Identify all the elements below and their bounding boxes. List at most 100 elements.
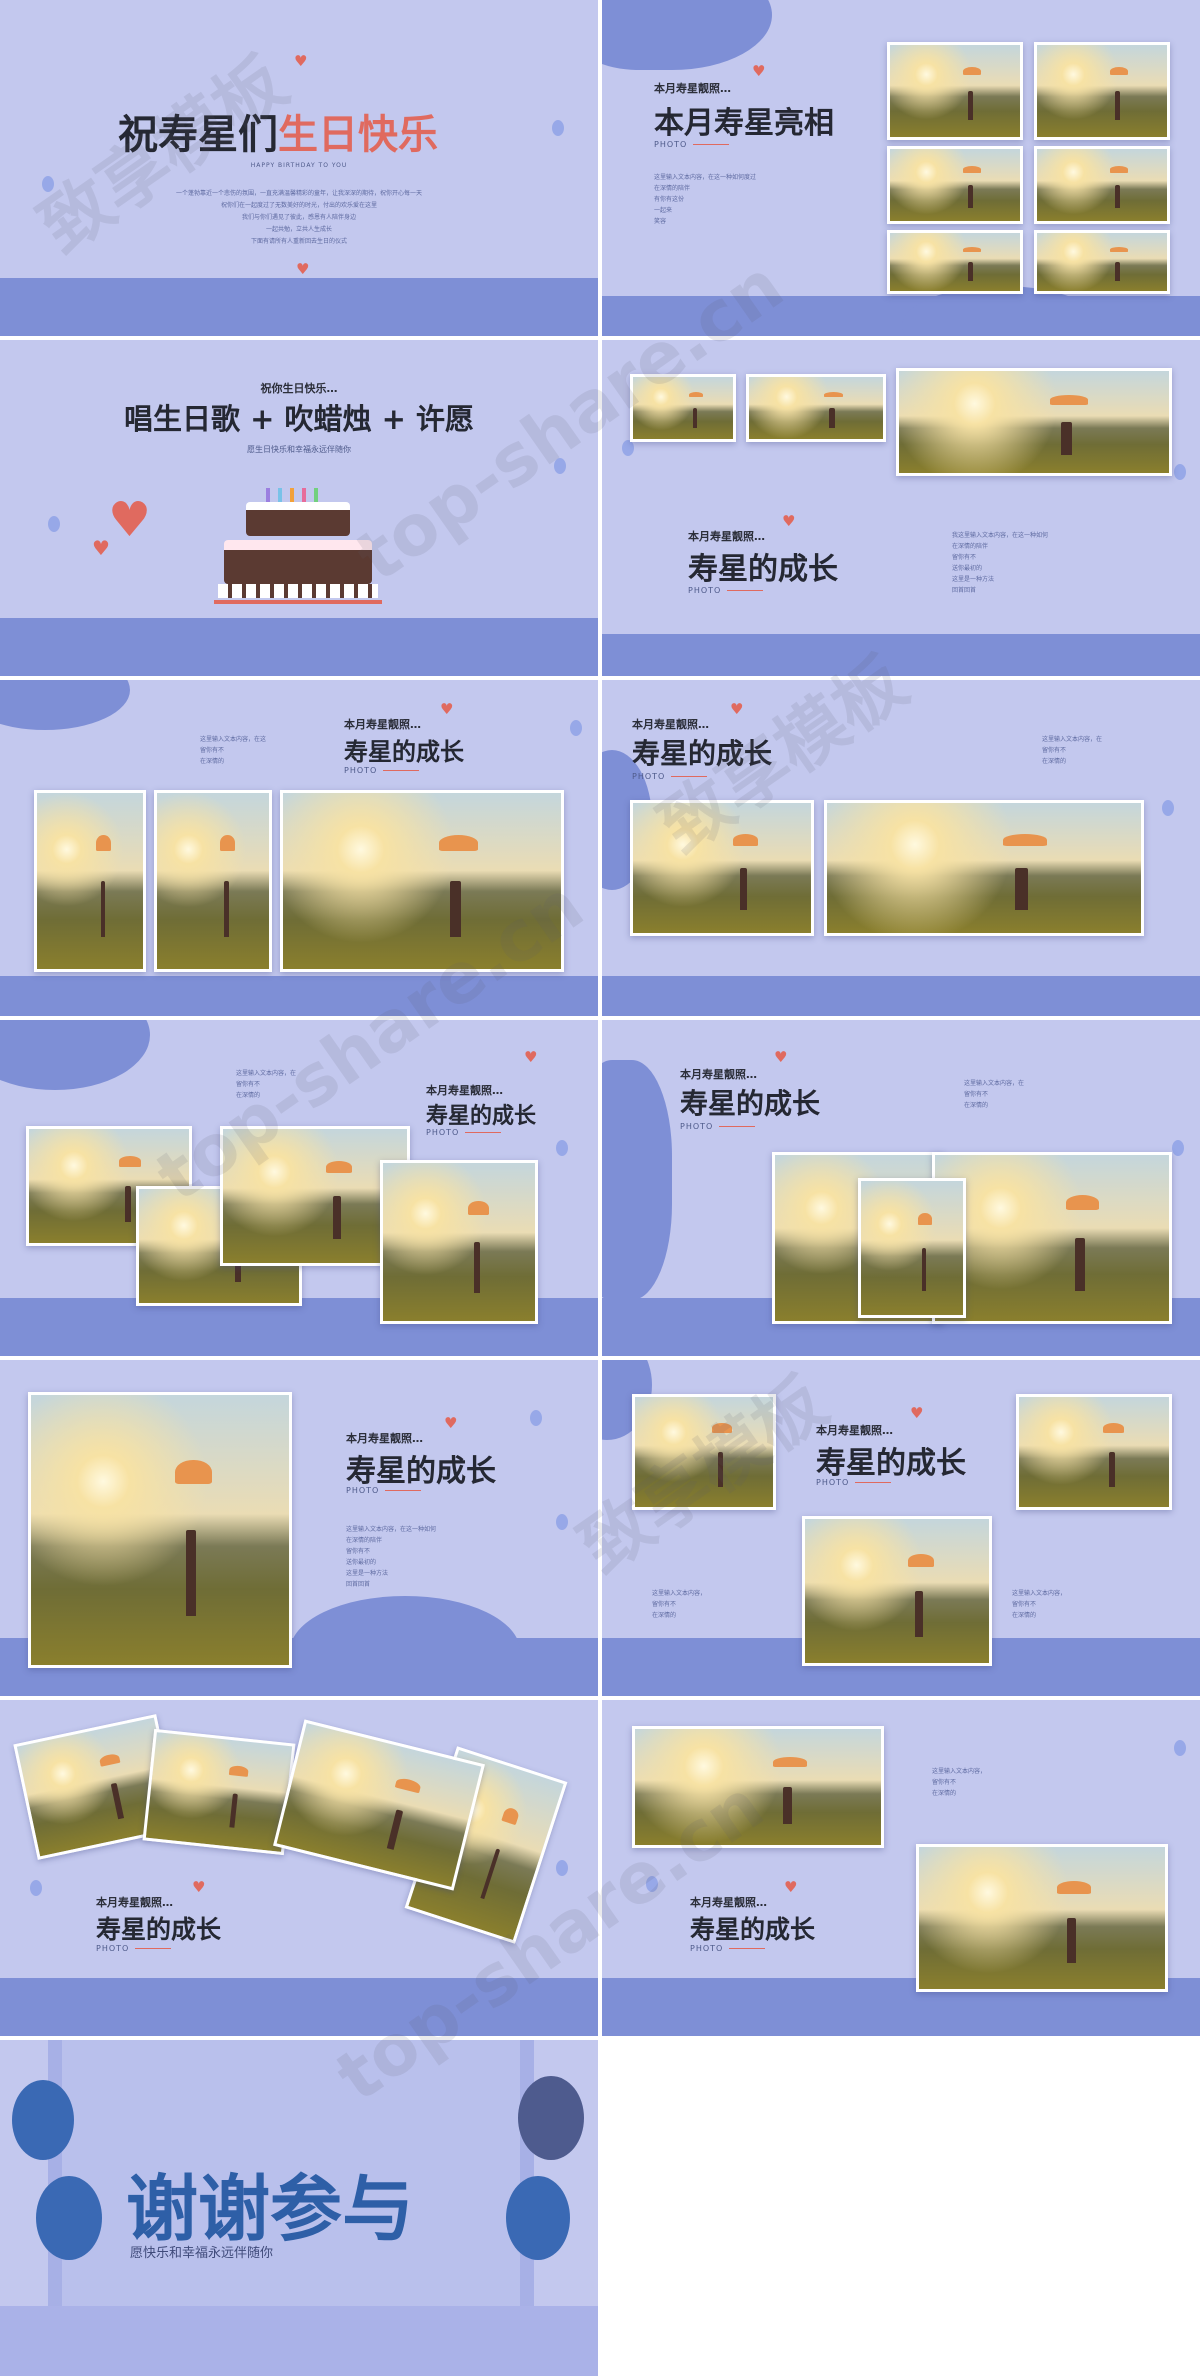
- slide-subtitle: PHOTO: [690, 1944, 765, 1953]
- slide-body: 这里输入文本内容，在 留你有不 在深情的: [964, 1078, 1024, 1111]
- photo: [932, 1152, 1172, 1324]
- body-line: 这里输入文本内容，在这: [200, 736, 267, 743]
- slide-body: 这里输入文本内容，在这一种如何度过 在深情的陪伴 有你有这份 一起来 笑容: [654, 172, 756, 227]
- slide-8-growth: ♥ 本月寿星靓照… 寿星的成长 PHOTO 这里输入文本内容，在 留你有不 在深…: [602, 1020, 1200, 1356]
- photo: [142, 1728, 296, 1856]
- body-line: 在深情的: [964, 1102, 989, 1109]
- slide-subtitle: PHOTO: [632, 772, 707, 781]
- body-line: 这里输入文本内容，: [932, 1768, 987, 1775]
- body-line: 这里输入文本内容，在: [236, 1070, 297, 1077]
- slide-title: 本月寿星亮相: [654, 106, 834, 141]
- balloon-icon: [1162, 800, 1174, 816]
- balloon-icon: [1172, 1140, 1184, 1156]
- body-line: 在深情的陪伴: [654, 185, 691, 192]
- slide-title: 寿星的成长: [96, 1915, 222, 1944]
- balloon-icon: [530, 1410, 542, 1426]
- cover-line: 下面有请所有人重新回去生日的仪式: [250, 238, 347, 245]
- body-line: 这里输入文本内容，在这一种如何: [346, 1526, 437, 1533]
- photo: [1016, 1394, 1172, 1510]
- slide-5-growth: ♥ 本月寿星靓照… 寿星的成长 PHOTO 这里输入文本内容，在这 留你有不 在…: [0, 680, 598, 1016]
- balloon-icon: [556, 1860, 568, 1876]
- body-line: 这里输入文本内容，: [1012, 1590, 1067, 1597]
- heart-icon: ♥: [774, 1048, 788, 1066]
- body-line: 这里输入文本内容，在: [1042, 736, 1103, 743]
- bottom-band: [0, 278, 598, 336]
- cover-title-dark: 祝寿星们: [118, 112, 278, 158]
- slide-kicker: 本月寿星靓照…: [346, 1432, 423, 1445]
- slide-subtitle: PHOTO: [96, 1944, 171, 1953]
- slide-title: 寿星的成长: [690, 1915, 816, 1944]
- photo: [630, 374, 736, 442]
- cover-title: 祝寿星们生日快乐: [118, 102, 438, 160]
- body-line: 送你最初的: [346, 1559, 377, 1566]
- photo: [887, 146, 1023, 224]
- slide-body: 这里输入文本内容，在这 留你有不 在深情的: [200, 734, 266, 767]
- heart-icon: ♥: [782, 512, 796, 530]
- decor-blob: [0, 680, 130, 730]
- slide-body: 这里输入文本内容，在 留你有不 在深情的: [1042, 734, 1102, 767]
- slide-subtitle: PHOTO: [688, 586, 763, 595]
- slide-6-growth: ♥ 本月寿星靓照… 寿星的成长 PHOTO 这里输入文本内容，在 留你有不 在深…: [602, 680, 1200, 1016]
- bottom-band: [0, 1978, 598, 2036]
- slide-subtitle: PHOTO: [680, 1122, 755, 1131]
- slide-kicker: 本月寿星靓照…: [632, 718, 709, 731]
- slide-subtitle: PHOTO: [654, 140, 729, 149]
- photo: [34, 790, 146, 972]
- heart-icon: ♥: [440, 700, 454, 718]
- body-line: 这里输入文本内容，: [652, 1590, 707, 1597]
- slide-title: 寿星的成长: [632, 737, 773, 770]
- body-line: 在深情的: [932, 1790, 957, 1797]
- bottom-band: [0, 618, 598, 676]
- slide-body: 我这里输入文本内容，在这一种如何 在深情的陪伴 留你有不 送你最初的 这里是一种…: [952, 530, 1048, 596]
- body-line: 留你有不: [236, 1081, 261, 1088]
- body-line: 回首回首: [346, 1581, 371, 1588]
- body-line: 留你有不: [346, 1548, 371, 1555]
- cover-line: 一起共勉，立共人生成长: [265, 226, 332, 233]
- balloon-icon: [554, 458, 566, 474]
- slide-title: 寿星的成长: [346, 1454, 496, 1489]
- heart-icon: ♥: [294, 52, 308, 70]
- cover-line: 一个蓬勃靠近一个悲伤的氛围，一直充满温馨精彩的童年，让我深深的期待，祝你开心每一…: [175, 190, 422, 197]
- body-line: 在深情的: [1012, 1612, 1037, 1619]
- body-line: 送你最初的: [952, 565, 983, 572]
- photo: [28, 1392, 292, 1668]
- slide-3-birthday-song: 祝你生日快乐… 唱生日歌 + 吹蜡烛 + 许愿 愿生日快乐和幸福永远伴随你 ♥ …: [0, 340, 598, 676]
- body-line: 留你有不: [1012, 1601, 1037, 1608]
- balloon-icon: [1174, 464, 1186, 480]
- cover-title-accent: 生日快乐: [278, 112, 438, 158]
- slide-title: 寿星的成长: [688, 552, 838, 587]
- slide-9-growth: ♥ 本月寿星靓照… 寿星的成长 PHOTO 这里输入文本内容，在这一种如何 在深…: [0, 1360, 598, 1696]
- decor-blob: [290, 1596, 520, 1696]
- heart-icon: ♥: [444, 1414, 458, 1432]
- decor-blob: [0, 1020, 150, 1090]
- heart-icon: ♥: [730, 700, 744, 718]
- body-line: 留你有不: [652, 1601, 677, 1608]
- photo: [273, 1719, 485, 1891]
- bottom-band: [602, 296, 1200, 336]
- bottom-band: [602, 634, 1200, 676]
- balloon-icon: [556, 1140, 568, 1156]
- photo: [1034, 42, 1170, 140]
- photo: [896, 368, 1172, 476]
- slide-10-growth: ♥ 本月寿星靓照… 寿星的成长 PHOTO 这里输入文本内容， 留你有不 在深情…: [602, 1360, 1200, 1696]
- body-line: 在深情的: [200, 758, 225, 765]
- body-line: 笑容: [654, 218, 667, 225]
- birthday-cake-icon: [214, 488, 382, 616]
- thanks-title: 谢谢参与: [126, 2167, 415, 2251]
- photo: [280, 790, 564, 972]
- heart-icon: ♥: [192, 1878, 206, 1896]
- decor-blob: [602, 1060, 672, 1300]
- slide-body: 这里输入文本内容，在 留你有不 在深情的: [236, 1068, 296, 1101]
- balloon-icon: [48, 516, 60, 532]
- slide-11-growth: ♥ 本月寿星靓照… 寿星的成长 PHOTO: [0, 1700, 598, 2036]
- cover-line: 我们与你们遇见了彼此，感恩有人陪伴身边: [241, 214, 356, 221]
- balloon-icon: [646, 1876, 658, 1892]
- photo: [858, 1178, 966, 1318]
- body-line: 在深情的陪伴: [346, 1537, 383, 1544]
- slide-7-growth: ♥ 本月寿星靓照… 寿星的成长 PHOTO 这里输入文本内容，在 留你有不 在深…: [0, 1020, 598, 1356]
- slide-kicker: 本月寿星靓照…: [96, 1896, 173, 1909]
- heart-icon: ♥: [108, 492, 152, 548]
- photo: [1034, 230, 1170, 294]
- slide-title: 寿星的成长: [426, 1104, 537, 1129]
- photo: [916, 1844, 1168, 1992]
